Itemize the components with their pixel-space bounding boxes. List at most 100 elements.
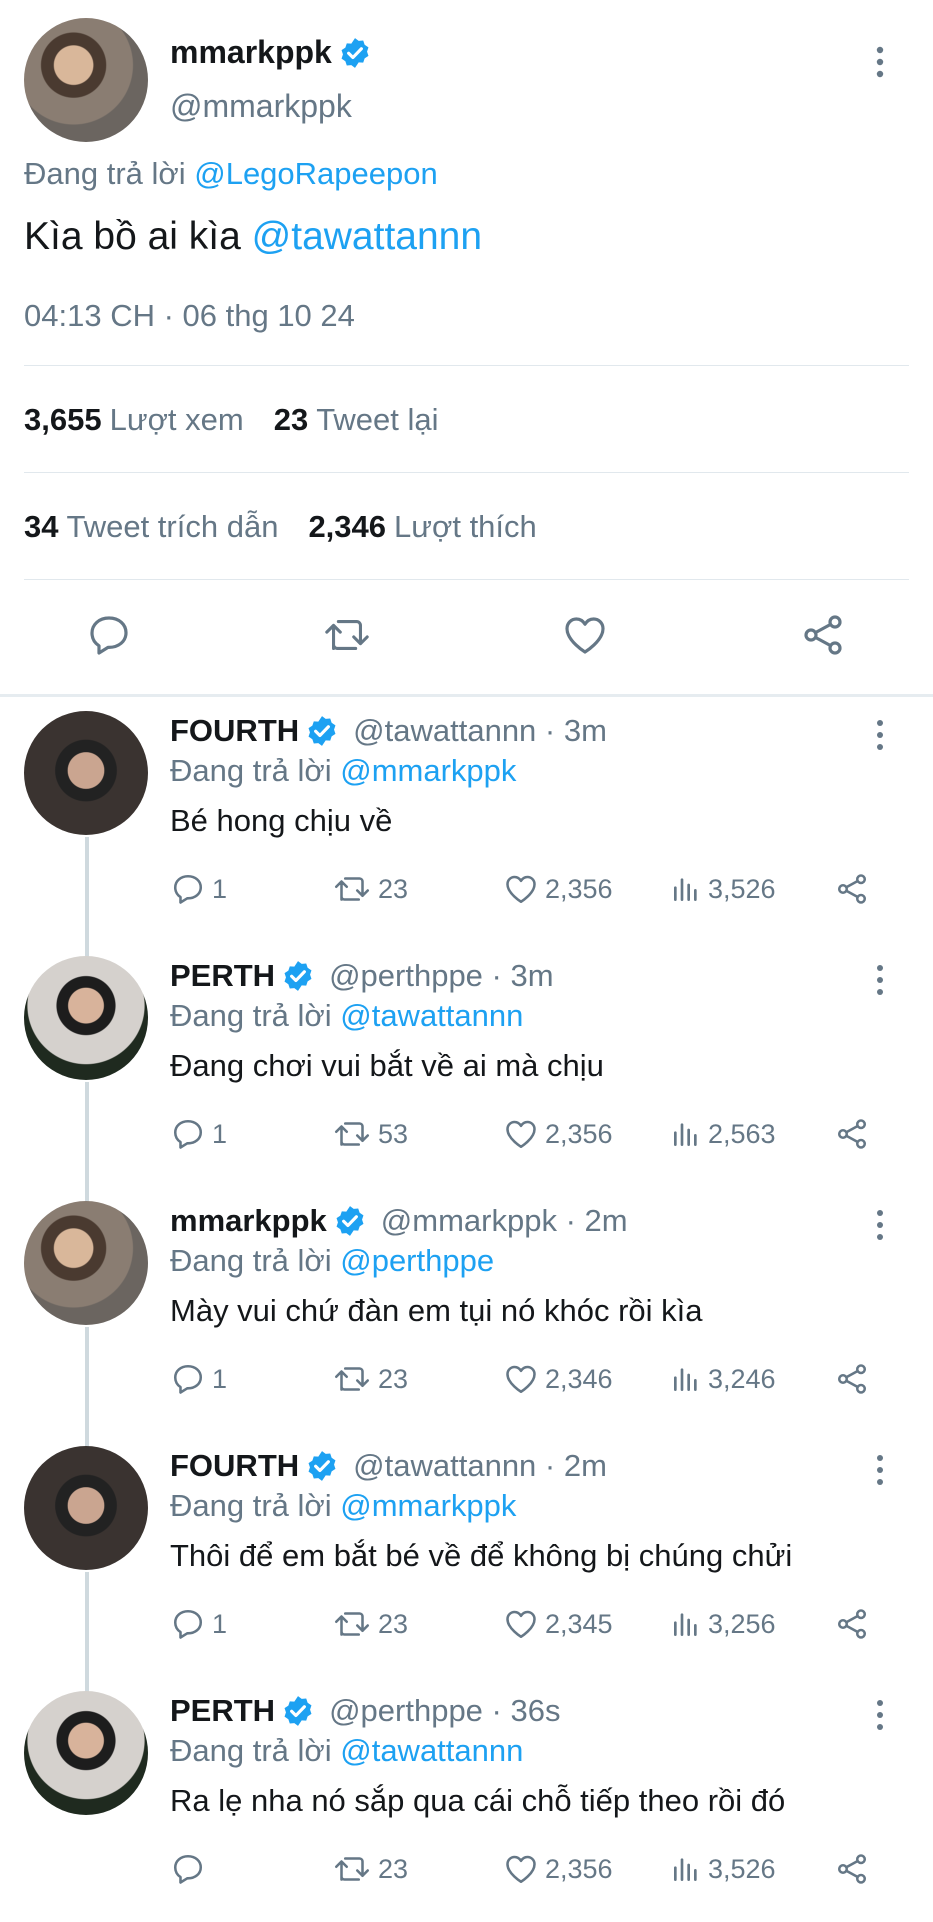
views-count: 3,526 bbox=[708, 873, 776, 904]
author-name[interactable]: mmarkppk bbox=[170, 34, 372, 71]
mention-link[interactable]: @mmarkppk bbox=[340, 753, 516, 788]
like-button[interactable]: 2,356 bbox=[503, 1114, 613, 1154]
share-icon bbox=[837, 1364, 867, 1394]
more-vertical-icon[interactable] bbox=[868, 1207, 892, 1243]
share-button[interactable] bbox=[834, 869, 870, 909]
avatar[interactable] bbox=[24, 711, 148, 835]
reply-tweet[interactable]: mmarkppk @mmarkppk · 2m Đang trả lời @pe… bbox=[0, 1187, 933, 1432]
like-button[interactable] bbox=[560, 610, 610, 660]
mention-link[interactable]: @tawattannn bbox=[340, 1733, 523, 1768]
author-name[interactable]: mmarkppk bbox=[170, 1203, 327, 1239]
reply-icon bbox=[173, 1854, 203, 1884]
reply-button[interactable] bbox=[170, 1849, 212, 1889]
replying-to: Đang trả lời @mmarkppk bbox=[170, 753, 516, 789]
reply-actions: 1 23 2,356 3,526 bbox=[170, 869, 890, 909]
replying-to: Đang trả lời @perthppe bbox=[170, 1243, 494, 1279]
reply-tweet[interactable]: FOURTH @tawattannn · 2m Đang trả lời @mm… bbox=[0, 1432, 933, 1677]
author-handle[interactable]: @tawattannn · 2m bbox=[353, 1448, 607, 1484]
more-vertical-icon[interactable] bbox=[868, 1452, 892, 1488]
author-name[interactable]: PERTH bbox=[170, 958, 275, 994]
retweet-button[interactable]: 23 bbox=[332, 869, 408, 909]
author-name[interactable]: FOURTH bbox=[170, 713, 299, 749]
share-button[interactable] bbox=[798, 610, 848, 660]
reply-tweet[interactable]: FOURTH @tawattannn · 3m Đang trả lời @mm… bbox=[0, 697, 933, 942]
author-handle[interactable]: @mmarkppk · 2m bbox=[381, 1203, 628, 1239]
retweet-count: 23 bbox=[378, 1608, 409, 1639]
avatar[interactable] bbox=[24, 1201, 148, 1325]
mention-link[interactable]: @perthppe bbox=[340, 1243, 494, 1278]
reply-header: mmarkppk @mmarkppk · 2m bbox=[170, 1203, 628, 1239]
views-button[interactable]: 3,246 bbox=[670, 1359, 776, 1399]
reply-button[interactable]: 1 bbox=[170, 1359, 227, 1399]
reply-tweet[interactable]: PERTH @perthppe · 36s Đang trả lời @tawa… bbox=[0, 1677, 933, 1922]
avatar[interactable] bbox=[24, 18, 148, 142]
share-icon bbox=[837, 1609, 867, 1639]
share-button[interactable] bbox=[834, 1359, 870, 1399]
reply-button[interactable] bbox=[84, 610, 134, 660]
like-icon bbox=[565, 617, 605, 654]
quotes-stat[interactable]: 34 Tweet trích dẫn bbox=[24, 509, 278, 545]
retweet-button[interactable]: 53 bbox=[332, 1114, 408, 1154]
like-button[interactable]: 2,346 bbox=[503, 1359, 613, 1399]
views-icon bbox=[674, 1368, 697, 1391]
retweets-stat[interactable]: 23 Tweet lại bbox=[274, 402, 439, 438]
retweet-button[interactable]: 23 bbox=[332, 1359, 408, 1399]
retweets-label: Tweet lại bbox=[316, 402, 439, 437]
share-button[interactable] bbox=[834, 1849, 870, 1889]
avatar[interactable] bbox=[24, 956, 148, 1080]
more-vertical-icon[interactable] bbox=[868, 1697, 892, 1733]
avatar[interactable] bbox=[24, 1446, 148, 1570]
avatar[interactable] bbox=[24, 1691, 148, 1815]
share-button[interactable] bbox=[834, 1114, 870, 1154]
share-icon bbox=[804, 615, 842, 655]
reply-actions: 1 23 2,345 3,256 bbox=[170, 1604, 890, 1644]
tweet-text: Thôi để em bắt bé về để không bị chúng c… bbox=[170, 1538, 793, 1573]
quotes-count: 34 bbox=[24, 509, 59, 544]
author-name[interactable]: FOURTH bbox=[170, 1448, 299, 1484]
views-button[interactable]: 3,526 bbox=[670, 1849, 776, 1889]
author-handle[interactable]: @mmarkppk bbox=[170, 88, 352, 125]
views-count: 2,563 bbox=[708, 1118, 776, 1149]
mention-link[interactable]: @mmarkppk bbox=[340, 1488, 516, 1523]
reply-button[interactable]: 1 bbox=[170, 1604, 227, 1644]
likes-count: 2,346 bbox=[308, 509, 387, 544]
retweet-button[interactable] bbox=[322, 610, 372, 660]
views-button[interactable]: 3,256 bbox=[670, 1604, 776, 1644]
views-stat[interactable]: 3,655 Lượt xem bbox=[24, 402, 244, 438]
likes-stat[interactable]: 2,346 Lượt thích bbox=[308, 509, 536, 545]
tweet-timestamp[interactable]: 04:13 CH · 06 thg 10 24 bbox=[24, 298, 355, 334]
more-vertical-icon[interactable] bbox=[868, 962, 892, 998]
like-button[interactable]: 2,356 bbox=[503, 1849, 613, 1889]
reply-count: 1 bbox=[212, 1363, 228, 1394]
author-name[interactable]: PERTH bbox=[170, 1693, 275, 1729]
views-button[interactable]: 3,526 bbox=[670, 869, 776, 909]
retweet-icon bbox=[334, 1367, 370, 1391]
reply-icon bbox=[173, 874, 203, 904]
like-icon bbox=[506, 1120, 536, 1149]
share-button[interactable] bbox=[834, 1604, 870, 1644]
reply-button[interactable]: 1 bbox=[170, 1114, 227, 1154]
author-handle[interactable]: @perthppe · 36s bbox=[329, 1693, 560, 1729]
verified-badge-icon bbox=[284, 1696, 312, 1726]
views-icon bbox=[674, 1613, 697, 1636]
like-button[interactable]: 2,356 bbox=[503, 869, 613, 909]
mention-link[interactable]: @tawattannn bbox=[340, 998, 523, 1033]
mention-link[interactable]: @LegoRapeepon bbox=[194, 156, 438, 191]
views-button[interactable]: 2,563 bbox=[670, 1114, 776, 1154]
like-button[interactable]: 2,345 bbox=[503, 1604, 613, 1644]
reply-button[interactable]: 1 bbox=[170, 869, 227, 909]
retweets-count: 23 bbox=[273, 402, 309, 437]
more-vertical-icon[interactable] bbox=[868, 717, 892, 753]
retweet-button[interactable]: 23 bbox=[332, 1604, 408, 1644]
author-handle[interactable]: @tawattannn · 3m bbox=[353, 713, 607, 749]
retweet-button[interactable]: 23 bbox=[332, 1849, 408, 1889]
retweet-count: 23 bbox=[378, 873, 409, 904]
stats-row-1: 3,655 Lượt xem 23 Tweet lại bbox=[24, 402, 439, 438]
like-icon bbox=[506, 1365, 536, 1394]
retweet-icon bbox=[334, 1857, 370, 1881]
author-handle[interactable]: @perthppe · 3m bbox=[329, 958, 553, 994]
more-vertical-icon[interactable] bbox=[868, 42, 892, 82]
reply-tweet[interactable]: PERTH @perthppe · 3m Đang trả lời @tawat… bbox=[0, 942, 933, 1187]
mention-link[interactable]: @tawattannn bbox=[252, 215, 482, 258]
reply-header: PERTH @perthppe · 36s bbox=[170, 1693, 560, 1729]
